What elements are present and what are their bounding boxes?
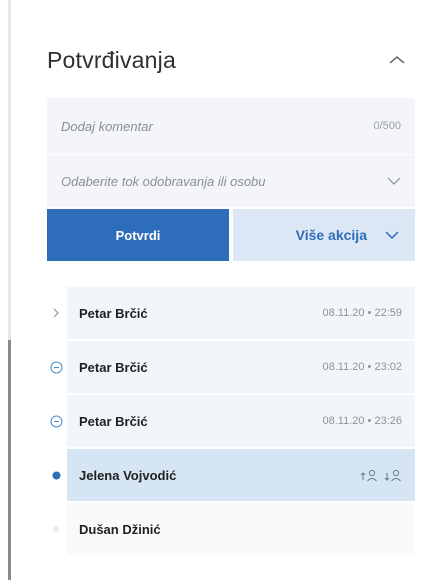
approval-step[interactable]: Petar Brčić 08.11.20 • 23:02 (45, 341, 415, 393)
collapse-button[interactable] (383, 46, 411, 74)
comment-counter: 0/500 (373, 120, 401, 132)
approval-step-row: Jelena Vojvodić (67, 449, 415, 501)
step-actions (360, 468, 402, 482)
approval-step-row: Dušan Džinić (67, 503, 415, 555)
approval-step-row: Petar Brčić 08.11.20 • 23:26 (67, 395, 415, 447)
pending-dot-icon (45, 503, 67, 555)
chevron-up-icon (389, 56, 405, 64)
chevron-right-icon[interactable] (45, 287, 67, 339)
current-dot-icon (45, 449, 67, 501)
approver-select-placeholder: Odaberite tok odobravanja ili osobu (61, 173, 266, 189)
comment-placeholder: Dodaj komentar (61, 118, 153, 134)
move-up-user-icon[interactable] (360, 468, 378, 482)
chevron-down-icon (387, 177, 401, 185)
left-rail-scroll-thumb[interactable] (8, 340, 11, 580)
move-down-user-icon[interactable] (384, 468, 402, 482)
approver-name: Petar Brčić (79, 413, 148, 429)
action-buttons: Potvrdi Više akcija (47, 209, 415, 261)
more-actions-button[interactable]: Više akcija (233, 209, 415, 261)
panel-header: Potvrđivanja (47, 30, 415, 90)
panel-title: Potvrđivanja (47, 46, 176, 73)
approval-step[interactable]: Petar Brčić 08.11.20 • 22:59 (45, 287, 415, 339)
approver-name: Petar Brčić (79, 305, 148, 321)
approval-time: 08.11.20 • 22:59 (322, 307, 403, 319)
approver-select[interactable]: Odaberite tok odobravanja ili osobu (47, 155, 415, 207)
approval-step-row: Petar Brčić 08.11.20 • 23:02 (67, 341, 415, 393)
circle-check-icon (45, 341, 67, 393)
approval-step-row: Petar Brčić 08.11.20 • 22:59 (67, 287, 415, 339)
more-actions-label: Više akcija (295, 227, 367, 243)
approval-time: 08.11.20 • 23:02 (322, 361, 403, 373)
approval-step[interactable]: Petar Brčić 08.11.20 • 23:26 (45, 395, 415, 447)
circle-check-icon (45, 395, 67, 447)
chevron-down-icon (385, 231, 399, 239)
approval-time: 08.11.20 • 23:26 (322, 415, 403, 427)
approval-step[interactable]: Dušan Džinić (45, 503, 415, 555)
approval-step-current[interactable]: Jelena Vojvodić (45, 449, 415, 501)
comment-input[interactable]: Dodaj komentar 0/500 (47, 98, 415, 154)
approver-name: Jelena Vojvodić (79, 467, 177, 483)
approver-name: Dušan Džinić (79, 521, 161, 537)
confirm-button[interactable]: Potvrdi (47, 209, 229, 261)
approval-steps-list: Petar Brčić 08.11.20 • 22:59 Petar Brčić… (45, 287, 415, 557)
approvals-panel: Potvrđivanja Dodaj komentar 0/500 Odaber… (47, 30, 415, 261)
approver-name: Petar Brčić (79, 359, 148, 375)
confirm-button-label: Potvrdi (115, 227, 161, 243)
